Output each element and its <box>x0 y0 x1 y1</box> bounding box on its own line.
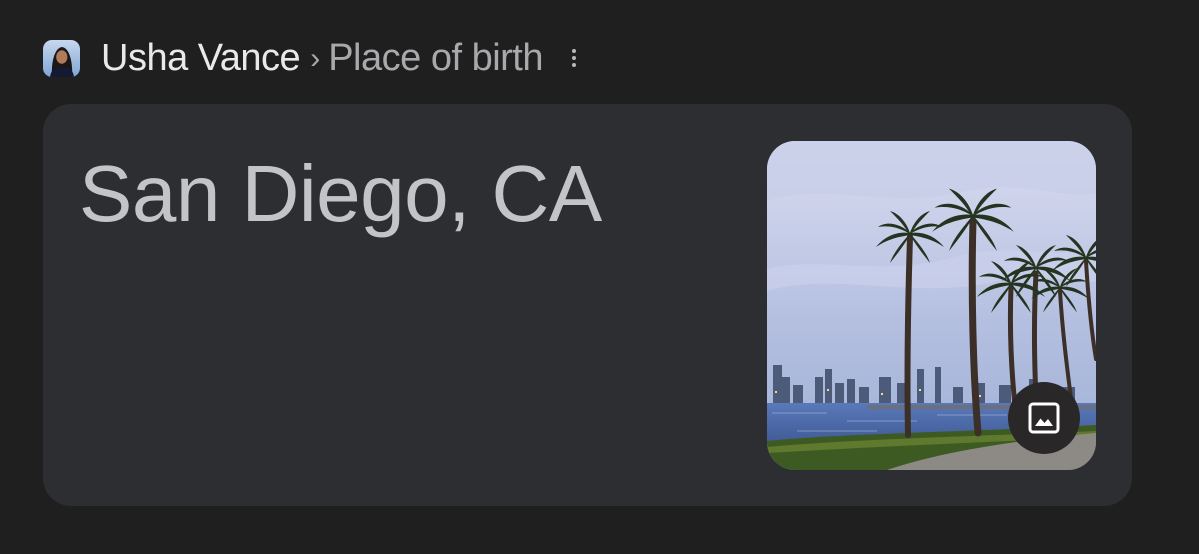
more-vert-icon-dot <box>572 63 576 67</box>
entity-avatar[interactable] <box>43 39 80 77</box>
answer-text: San Diego, CA <box>79 149 602 238</box>
more-vert-icon-dot <box>572 56 576 60</box>
breadcrumb: Usha Vance › Place of birth <box>43 36 579 80</box>
breadcrumb-separator: › <box>310 42 321 75</box>
more-vert-icon <box>572 49 576 53</box>
answer-card: San Diego, CA <box>43 104 1132 506</box>
attribute-label: Place of birth <box>328 36 543 79</box>
place-photo[interactable] <box>767 141 1096 470</box>
view-images-button[interactable] <box>1008 382 1080 454</box>
more-options-button[interactable] <box>569 43 579 73</box>
image-icon <box>1027 401 1061 435</box>
entity-name-link[interactable]: Usha Vance <box>101 37 301 80</box>
